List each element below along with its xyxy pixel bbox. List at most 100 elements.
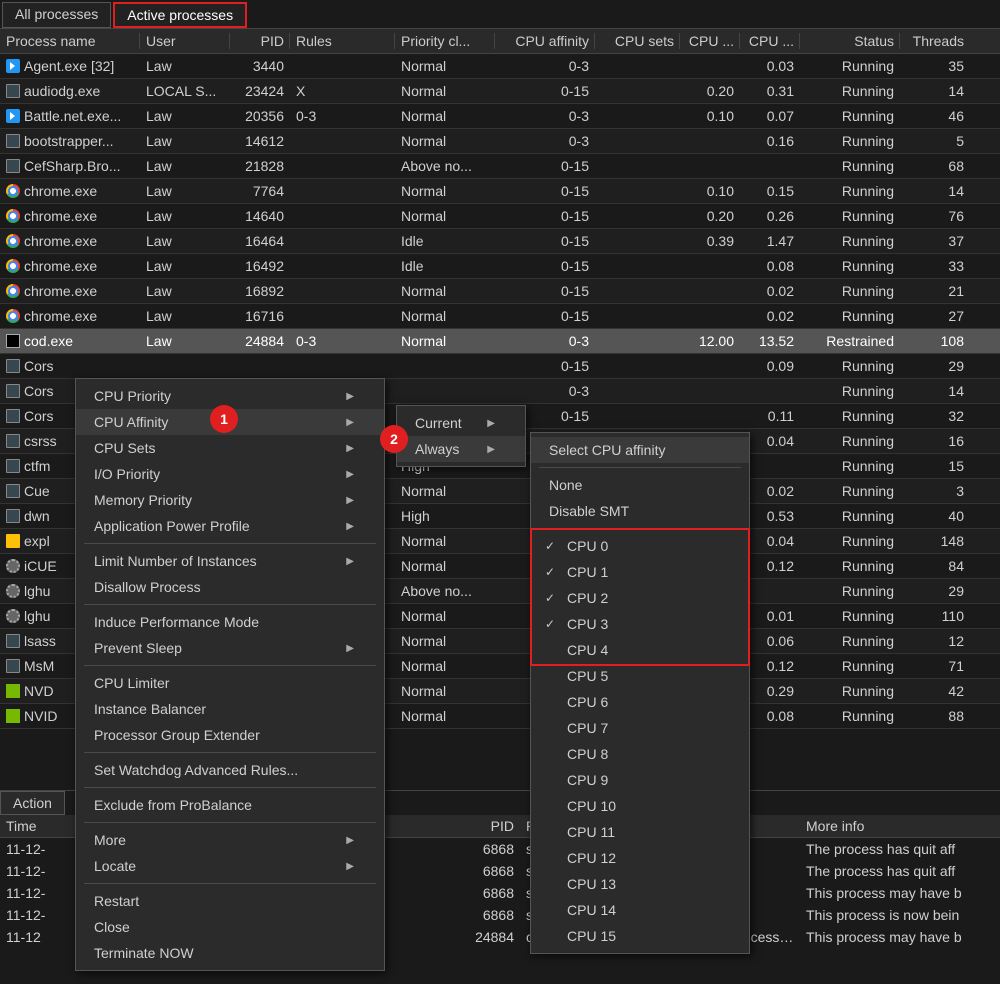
cell-pid: 3440 <box>230 54 290 78</box>
menu-item[interactable]: CPU Priority▶ <box>76 383 384 409</box>
cell-cpu-sets <box>595 362 680 370</box>
menu-item[interactable]: Restart <box>76 888 384 914</box>
cell-rules: 0-3 <box>290 104 395 128</box>
menu-item[interactable]: More▶ <box>76 827 384 853</box>
cell-priority: Normal <box>395 529 495 553</box>
menu-item[interactable]: Induce Performance Mode <box>76 609 384 635</box>
cpu-checkbox-item[interactable]: CPU 14 <box>531 897 749 923</box>
col-rules[interactable]: Rules <box>290 29 395 53</box>
menu-item[interactable]: Disallow Process <box>76 574 384 600</box>
process-icon <box>6 109 20 123</box>
process-icon <box>6 309 20 323</box>
menu-item-label: Memory Priority <box>94 492 192 508</box>
cell-threads: 35 <box>900 54 970 78</box>
cell-rules <box>290 137 395 145</box>
col-priority[interactable]: Priority cl... <box>395 29 495 53</box>
process-name: chrome.exe <box>24 183 97 199</box>
cpu-checkbox-item[interactable]: CPU 10 <box>531 793 749 819</box>
cell-cpu-sets <box>595 337 680 345</box>
process-icon <box>6 184 20 198</box>
cell-status: Running <box>800 279 900 303</box>
cpu-checkbox-item[interactable]: CPU 1 <box>531 559 749 585</box>
cpu-checkbox-item[interactable]: CPU 7 <box>531 715 749 741</box>
cpu-checkbox-item[interactable]: CPU 6 <box>531 689 749 715</box>
process-row[interactable]: Cors 0-15 0.09 Running 29 <box>0 354 1000 379</box>
menu-item[interactable]: Instance Balancer <box>76 696 384 722</box>
process-name: lghu <box>24 608 50 624</box>
tab-actions[interactable]: Action <box>0 791 65 815</box>
menu-item[interactable]: Limit Number of Instances▶ <box>76 548 384 574</box>
log-col-more[interactable]: More info <box>800 815 980 837</box>
menu-always[interactable]: Always ▶ <box>397 436 525 462</box>
cpu-checkbox-item[interactable]: CPU 2 <box>531 585 749 611</box>
menu-item-label: Restart <box>94 893 139 909</box>
cpu-affinity-menu[interactable]: Select CPU affinity None Disable SMT CPU… <box>530 432 750 954</box>
cell-cpu-a <box>680 137 740 145</box>
process-icon <box>6 84 20 98</box>
cpu-checkbox-item[interactable]: CPU 3 <box>531 611 749 637</box>
annotation-badge-2: 2 <box>380 425 408 453</box>
menu-none[interactable]: None <box>531 472 749 498</box>
cpu-checkbox-item[interactable]: CPU 15 <box>531 923 749 949</box>
cell-cpu-sets <box>595 312 680 320</box>
tab-all-processes[interactable]: All processes <box>2 2 111 28</box>
col-threads[interactable]: Threads <box>900 29 970 53</box>
menu-item[interactable]: Set Watchdog Advanced Rules... <box>76 757 384 783</box>
process-row[interactable]: Battle.net.exe... Law 20356 0-3 Normal 0… <box>0 104 1000 129</box>
context-menu[interactable]: CPU Priority▶CPU Affinity▶CPU Sets▶I/O P… <box>75 378 385 971</box>
cpu-checkbox-item[interactable]: CPU 0 <box>531 533 749 559</box>
process-icon <box>6 409 20 423</box>
process-row[interactable]: chrome.exe Law 16492 Idle 0-15 0.08 Runn… <box>0 254 1000 279</box>
menu-disable-smt[interactable]: Disable SMT <box>531 498 749 524</box>
cpu-checkbox-item[interactable]: CPU 9 <box>531 767 749 793</box>
process-icon <box>6 609 20 623</box>
menu-current[interactable]: Current ▶ <box>397 410 525 436</box>
col-user[interactable]: User <box>140 29 230 53</box>
cpu-checkbox-item[interactable]: CPU 12 <box>531 845 749 871</box>
tab-active-processes[interactable]: Active processes <box>113 2 247 28</box>
col-cpu-a[interactable]: CPU ... <box>680 29 740 53</box>
menu-item[interactable]: Exclude from ProBalance <box>76 792 384 818</box>
process-row[interactable]: chrome.exe Law 16464 Idle 0-15 0.39 1.47… <box>0 229 1000 254</box>
col-cpu-sets[interactable]: CPU sets <box>595 29 680 53</box>
col-cpu-b[interactable]: CPU ... <box>740 29 800 53</box>
menu-item[interactable]: CPU Limiter <box>76 670 384 696</box>
cpu-checkbox-item[interactable]: CPU 4 <box>531 637 749 663</box>
col-process-name[interactable]: Process name <box>0 29 140 53</box>
process-row[interactable]: chrome.exe Law 14640 Normal 0-15 0.20 0.… <box>0 204 1000 229</box>
cell-threads: 71 <box>900 654 970 678</box>
affinity-submenu[interactable]: Current ▶ Always ▶ <box>396 405 526 467</box>
cell-cpu-a <box>680 362 740 370</box>
menu-item[interactable]: Processor Group Extender <box>76 722 384 748</box>
col-affinity[interactable]: CPU affinity <box>495 29 595 53</box>
menu-select-cpu-affinity[interactable]: Select CPU affinity <box>531 437 749 463</box>
menu-item[interactable]: CPU Sets▶ <box>76 435 384 461</box>
cell-priority: Idle <box>395 254 495 278</box>
col-status[interactable]: Status <box>800 29 900 53</box>
menu-item[interactable]: Application Power Profile▶ <box>76 513 384 539</box>
process-row[interactable]: audiodg.exe LOCAL S... 23424 X Normal 0-… <box>0 79 1000 104</box>
cpu-checkbox-item[interactable]: CPU 5 <box>531 663 749 689</box>
process-row[interactable]: chrome.exe Law 16716 Normal 0-15 0.02 Ru… <box>0 304 1000 329</box>
cpu-checkbox-item[interactable]: CPU 8 <box>531 741 749 767</box>
cpu-checkbox-item[interactable]: CPU 13 <box>531 871 749 897</box>
chevron-right-icon: ▶ <box>346 556 354 567</box>
process-row[interactable]: bootstrapper... Law 14612 Normal 0-3 0.1… <box>0 129 1000 154</box>
menu-item[interactable]: Prevent Sleep▶ <box>76 635 384 661</box>
menu-item[interactable]: Memory Priority▶ <box>76 487 384 513</box>
menu-item[interactable]: Locate▶ <box>76 853 384 879</box>
process-row[interactable]: chrome.exe Law 16892 Normal 0-15 0.02 Ru… <box>0 279 1000 304</box>
cpu-checkbox-item[interactable]: CPU 11 <box>531 819 749 845</box>
log-col-pid[interactable]: PID <box>430 815 520 837</box>
menu-item[interactable]: Terminate NOW <box>76 940 384 966</box>
process-row[interactable]: CefSharp.Bro... Law 21828 Above no... 0-… <box>0 154 1000 179</box>
process-row[interactable]: Agent.exe [32] Law 3440 Normal 0-3 0.03 … <box>0 54 1000 79</box>
menu-item[interactable]: Close <box>76 914 384 940</box>
cell-status: Running <box>800 654 900 678</box>
process-row[interactable]: chrome.exe Law 7764 Normal 0-15 0.10 0.1… <box>0 179 1000 204</box>
process-row[interactable]: cod.exe Law 24884 0-3 Normal 0-3 12.00 1… <box>0 329 1000 354</box>
col-pid[interactable]: PID <box>230 29 290 53</box>
menu-item[interactable]: I/O Priority▶ <box>76 461 384 487</box>
cell-status: Running <box>800 479 900 503</box>
cell-priority: Above no... <box>395 154 495 178</box>
